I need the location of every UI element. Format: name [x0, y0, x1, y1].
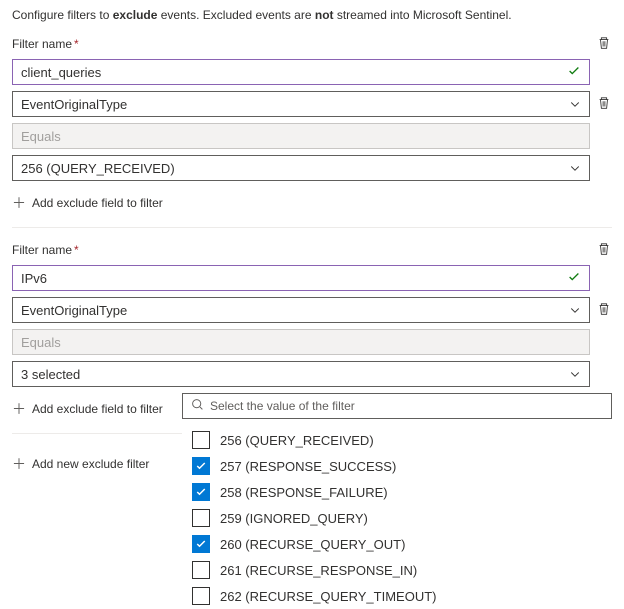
- dropdown-option[interactable]: 262 (RECURSE_QUERY_TIMEOUT): [188, 583, 612, 609]
- plus-icon: ＋: [12, 193, 26, 213]
- search-icon: [191, 398, 204, 414]
- filter-name-label: Filter name*: [12, 243, 590, 257]
- dropdown-option-label: 257 (RESPONSE_SUCCESS): [220, 459, 396, 474]
- delete-row-icon[interactable]: [597, 96, 611, 113]
- filter-name-input[interactable]: IPv6: [12, 265, 590, 291]
- plus-icon: ＋: [12, 454, 26, 474]
- delete-filter-icon[interactable]: [597, 36, 611, 53]
- add-filter-button[interactable]: ＋ Add new exclude filter: [12, 448, 149, 480]
- dropdown-option[interactable]: 257 (RESPONSE_SUCCESS): [188, 453, 612, 479]
- dropdown-option[interactable]: 256 (QUERY_RECEIVED): [188, 427, 612, 453]
- page-description: Configure filters to exclude events. Exc…: [12, 8, 612, 22]
- value-select[interactable]: 3 selected: [12, 361, 590, 387]
- dropdown-option[interactable]: 260 (RECURSE_QUERY_OUT): [188, 531, 612, 557]
- check-icon: [567, 64, 581, 81]
- delete-filter-icon[interactable]: [597, 242, 611, 259]
- checkbox-icon: [192, 457, 210, 475]
- operator-select: Equals: [12, 329, 590, 355]
- dropdown-option[interactable]: 261 (RECURSE_RESPONSE_IN): [188, 557, 612, 583]
- chevron-down-icon: [569, 98, 581, 110]
- checkbox-icon: [192, 431, 210, 449]
- filter-name-input[interactable]: client_queries: [12, 59, 590, 85]
- chevron-down-icon: [569, 368, 581, 380]
- chevron-down-icon: [569, 304, 581, 316]
- chevron-down-icon: [569, 162, 581, 174]
- checkbox-icon: [192, 483, 210, 501]
- dropdown-option-label: 256 (QUERY_RECEIVED): [220, 433, 374, 448]
- divider: [12, 227, 612, 228]
- dropdown-option-label: 260 (RECURSE_QUERY_OUT): [220, 537, 405, 552]
- dropdown-search-input[interactable]: Select the value of the filter: [182, 393, 612, 419]
- dropdown-option[interactable]: 259 (IGNORED_QUERY): [188, 505, 612, 531]
- add-field-button[interactable]: ＋ Add exclude field to filter: [12, 187, 163, 219]
- field-select[interactable]: EventOriginalType: [12, 91, 590, 117]
- dropdown-option-label: 261 (RECURSE_RESPONSE_IN): [220, 563, 417, 578]
- add-field-button[interactable]: ＋ Add exclude field to filter: [12, 393, 163, 425]
- checkbox-icon: [192, 587, 210, 605]
- operator-select: Equals: [12, 123, 590, 149]
- bottom-zone: ＋ Add exclude field to filter ＋ Add new …: [12, 393, 612, 480]
- checkbox-icon: [192, 561, 210, 579]
- delete-row-icon[interactable]: [597, 302, 611, 319]
- plus-icon: ＋: [12, 399, 26, 419]
- field-select[interactable]: EventOriginalType: [12, 297, 590, 323]
- dropdown-option-label: 262 (RECURSE_QUERY_TIMEOUT): [220, 589, 436, 604]
- dropdown-option[interactable]: 258 (RESPONSE_FAILURE): [188, 479, 612, 505]
- filter-name-label: Filter name*: [12, 37, 590, 51]
- filter-block-1: Filter name* client_queries EventOrigina…: [12, 36, 612, 219]
- checkbox-icon: [192, 535, 210, 553]
- dropdown-option-list: 256 (QUERY_RECEIVED) 257 (RESPONSE_SUCCES…: [182, 419, 612, 609]
- check-icon: [567, 270, 581, 287]
- value-select[interactable]: 256 (QUERY_RECEIVED): [12, 155, 590, 181]
- value-dropdown-panel: Select the value of the filter 256 (QUER…: [182, 393, 612, 609]
- checkbox-icon: [192, 509, 210, 527]
- dropdown-option-label: 258 (RESPONSE_FAILURE): [220, 485, 388, 500]
- dropdown-search-placeholder: Select the value of the filter: [210, 399, 355, 413]
- filter-block-2: Filter name* IPv6 EventOriginalType: [12, 242, 612, 387]
- dropdown-option-label: 259 (IGNORED_QUERY): [220, 511, 368, 526]
